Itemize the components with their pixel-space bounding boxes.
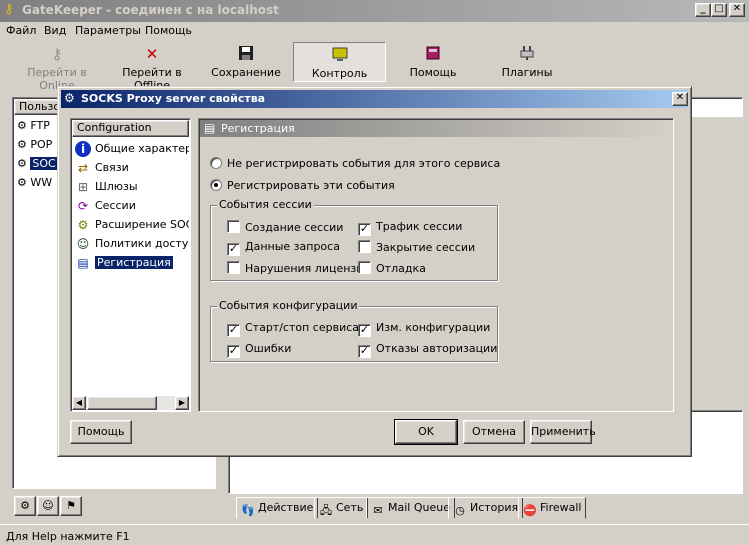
service-item-ftp[interactable]: ⚙ FTP [17,119,50,132]
main-title-bar: ⚷ GateKeeper - соединен с на localhost _… [0,0,749,22]
session-icon: ⟳ [77,199,89,213]
go-offline-button[interactable]: ✕ Перейти в Offline [104,42,200,92]
apply-button[interactable]: Применить [530,420,596,444]
tab-services-icon[interactable]: ⚙ [14,496,36,516]
section-header: ▤ Регистрация [200,120,672,137]
go-online-button[interactable]: ⚷ Перейти в Online [10,42,104,92]
link-icon: ⇄ [77,161,89,175]
monitor-icon [331,46,349,64]
plug-icon [518,45,536,63]
minimize-button[interactable]: _ [695,3,711,17]
menu-help[interactable]: Помощь [145,24,192,37]
document-icon: ▤ [77,256,89,270]
save-button[interactable]: Сохранение [202,42,290,82]
help-button[interactable]: Помощь [388,42,478,82]
session-events-title: События сессии [217,198,314,211]
status-text: Для Help нажмите F1 [6,530,130,543]
tree-item-access-policies[interactable]: ☺Политики доступа [75,236,189,254]
toolbar: ⚷ Перейти в Online ✕ Перейти в Offline С… [0,40,749,92]
settings-page: ▤ Регистрация Не регистрировать события … [198,118,674,412]
checkbox-session-create[interactable]: Создание сессии [227,220,343,234]
tree-item-general[interactable]: iОбщие характеристики [75,141,189,159]
service-item-socks[interactable]: ⚙ SOC [17,157,58,170]
session-events-group: События сессии Создание сессии ✓ Трафик с… [210,198,498,281]
tab-action[interactable]: 👣 Действие [236,497,319,519]
tab-users-icon[interactable]: ☺ [37,496,59,516]
radio-log-events[interactable]: Регистрировать эти события [210,179,395,192]
stop-icon: ⛔ [523,504,537,517]
checkbox-config-change[interactable]: ✓ Изм. конфигурации [358,321,490,337]
checkbox-debug[interactable]: Отладка [358,261,426,275]
checkbox-service-start-stop[interactable]: ✓ Старт/стоп сервиса [227,321,359,337]
policy-icon: ☺ [76,237,90,251]
gear-icon: ⚙ [17,176,27,189]
checkbox-auth-failures[interactable]: ✓ Отказы авторизации [358,342,497,358]
service-item-pop[interactable]: ⚙ POP [17,138,52,151]
tab-history[interactable]: ◷ История [448,497,524,519]
checkbox-request-data[interactable]: ✓ Данные запроса [227,240,340,256]
close-button[interactable]: ✕ [729,3,745,17]
key-icon: ⚷ [51,45,63,63]
config-events-group: События конфигурации ✓ Старт/стоп сервиса… [210,299,498,362]
tree-item-sessions[interactable]: ⟳ Сессии [75,198,136,216]
radio-no-logging[interactable]: Не регистрировать события для этого серв… [210,157,500,170]
gear-icon: ⚙ [17,138,27,151]
help-book-icon [424,45,442,63]
tree-horizontal-scrollbar[interactable]: ◀ ▶ [72,396,189,410]
cancel-button[interactable]: Отмена [463,420,525,444]
key-cross-icon: ✕ [145,45,159,63]
maximize-button[interactable]: □ [711,3,727,17]
scroll-right-arrow-icon[interactable]: ▶ [175,396,189,410]
window-title: GateKeeper - соединен с на localhost [22,3,279,17]
tab-firewall[interactable]: ⛔ Firewall [518,497,587,519]
menu-view[interactable]: Вид [44,24,66,37]
menu-bar: Файл Вид Параметры Помощь [0,22,749,40]
status-bar: Для Help нажмите F1 [0,524,749,545]
menu-file[interactable]: Файл [6,24,36,37]
tab-groups-icon[interactable]: ⚑ [60,496,82,516]
scroll-thumb[interactable] [87,396,157,410]
tab-mail-queue[interactable]: ✉ Mail Queue [366,497,455,519]
settings-icon: ⚙ [64,91,75,105]
clock-icon: ◷ [455,504,465,517]
checkbox-session-traffic[interactable]: ✓ Трафик сессии [358,220,462,236]
service-item-www[interactable]: ⚙ WW [17,176,52,189]
dialog-title-bar: ⚙ SOCKS Proxy server свойства ✕ [61,90,688,108]
envelope-icon: ✉ [373,504,383,517]
control-button[interactable]: Контроль [293,42,386,82]
extension-icon: ⚙ [77,218,89,232]
config-events-title: События конфигурации [217,299,360,312]
tree-item-connections[interactable]: ⇄ Связи [75,160,129,178]
footprint-icon: 👣 [241,504,255,517]
info-icon: i [75,141,91,157]
gear-icon: ⚙ [17,157,27,170]
section-title: Регистрация [221,122,295,135]
checkbox-session-close[interactable]: Закрытие сессии [358,240,475,254]
tree-header[interactable]: Configuration [72,120,189,137]
dialog-title: SOCKS Proxy server свойства [81,92,266,105]
menu-options[interactable]: Параметры [75,24,141,37]
app-key-icon: ⚷ [4,2,14,17]
tree-item-gateways[interactable]: ⊞ Шлюзы [75,179,138,197]
socks-properties-dialog: ⚙ SOCKS Proxy server свойства ✕ Configur… [57,86,692,457]
dialog-help-button[interactable]: Помощь [70,420,132,444]
checkbox-license-violations[interactable]: Нарушения лицензии [227,261,371,275]
document-icon: ▤ [204,121,216,135]
plugins-button[interactable]: Плагины [482,42,572,82]
tree-items-clip: iОбщие характеристики ⇄Связи ⊞Шлюзы ⟳Сес… [72,139,189,395]
floppy-icon [237,45,255,63]
tree-item-socks-extension[interactable]: ⚙Расширение SOCKS [75,217,189,235]
gateway-icon: ⊞ [77,180,89,194]
network-icon: 🖧 [319,504,333,517]
configuration-tree: Configuration iОбщие характеристики ⇄Свя… [70,118,191,412]
checkbox-errors[interactable]: ✓ Ошибки [227,342,291,358]
tab-network[interactable]: 🖧 Сеть [314,497,369,519]
ok-button[interactable]: OK [394,419,458,445]
dialog-close-button[interactable]: ✕ [672,92,688,106]
scroll-left-arrow-icon[interactable]: ◀ [72,396,86,410]
gear-icon: ⚙ [17,119,27,132]
left-view-tabs: ⚙ ☺ ⚑ [12,494,92,518]
tree-item-registration[interactable]: ▤ Регистрация [75,255,173,273]
